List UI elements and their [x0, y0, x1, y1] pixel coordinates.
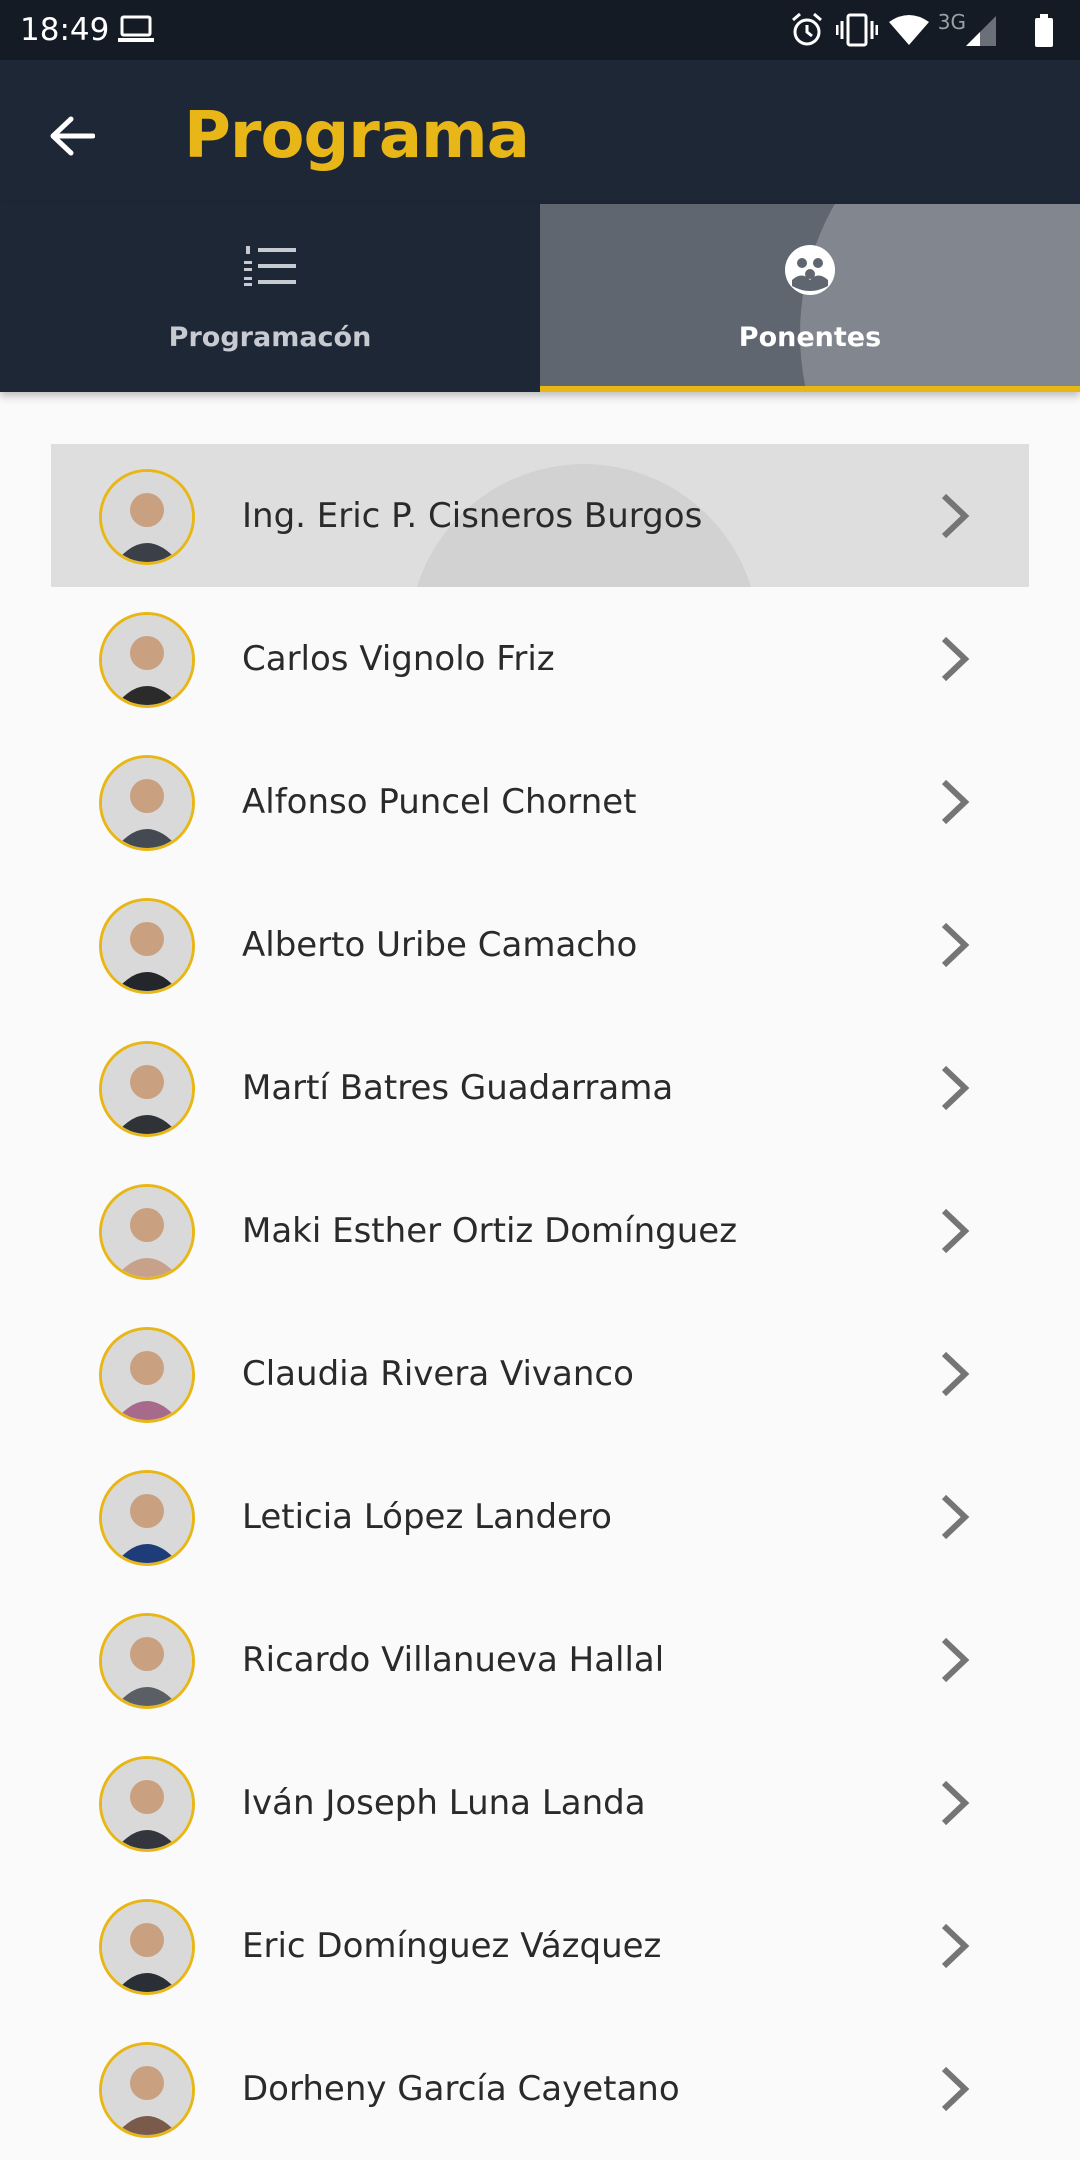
chevron-right-icon: [935, 2061, 975, 2117]
numbered-list-icon: [244, 244, 296, 293]
tab-label: Ponentes: [738, 322, 882, 353]
avatar: [99, 1756, 195, 1852]
alarm-icon: [790, 12, 824, 53]
tab-indicator: [540, 386, 1080, 392]
speaker-name: Maki Esther Ortiz Domínguez: [242, 1210, 738, 1251]
speaker-list: Ing. Eric P. Cisneros Burgos Carlos Vign…: [51, 444, 1029, 2160]
battery-icon: [1034, 14, 1054, 53]
speaker-name: Eric Domínguez Vázquez: [242, 1925, 662, 1966]
tab-ripple: [800, 204, 1080, 392]
speaker-name: Ing. Eric P. Cisneros Burgos: [242, 495, 703, 536]
tab-bar: Programacón Ponentes: [0, 204, 1080, 392]
list-item[interactable]: Alfonso Puncel Chornet: [51, 730, 1029, 873]
speaker-name: Dorheny García Cayetano: [242, 2068, 680, 2109]
network-type: 3G: [937, 10, 966, 34]
list-item[interactable]: Maki Esther Ortiz Domínguez: [51, 1159, 1029, 1302]
status-bar: 18:49 3G: [0, 0, 1080, 60]
avatar: [99, 612, 195, 708]
chevron-right-icon: [935, 917, 975, 973]
page-title: Programa: [184, 99, 530, 173]
avatar: [99, 2042, 195, 2138]
avatar: [99, 755, 195, 851]
avatar: [99, 1184, 195, 1280]
chevron-right-icon: [935, 1632, 975, 1688]
speaker-name: Ricardo Villanueva Hallal: [242, 1639, 665, 1680]
avatar: [99, 898, 195, 994]
tab-ponentes[interactable]: Ponentes: [540, 204, 1080, 392]
avatar: [99, 1613, 195, 1709]
avatar: [99, 1327, 195, 1423]
speaker-name: Iván Joseph Luna Landa: [242, 1782, 646, 1823]
chevron-right-icon: [935, 1489, 975, 1545]
tab-label: Programacón: [168, 322, 372, 353]
list-item[interactable]: Eric Domínguez Vázquez: [51, 1874, 1029, 2017]
status-time: 18:49: [20, 12, 110, 48]
list-item[interactable]: Ing. Eric P. Cisneros Burgos: [51, 444, 1029, 587]
chevron-right-icon: [935, 1775, 975, 1831]
arrow-left-icon: [49, 115, 96, 162]
list-item[interactable]: Dorheny García Cayetano: [51, 2017, 1029, 2160]
list-item[interactable]: Ricardo Villanueva Hallal: [51, 1588, 1029, 1731]
avatar: [99, 1041, 195, 1137]
chevron-right-icon: [935, 1203, 975, 1259]
list-item[interactable]: Carlos Vignolo Friz: [51, 587, 1029, 730]
vibrate-icon: [835, 13, 879, 52]
speaker-name: Claudia Rivera Vivanco: [242, 1353, 634, 1394]
avatar: [99, 469, 195, 565]
chevron-right-icon: [935, 1346, 975, 1402]
tab-programacion[interactable]: Programacón: [0, 204, 540, 392]
speaker-name: Martí Batres Guadarrama: [242, 1067, 674, 1108]
speaker-name: Leticia López Landero: [242, 1496, 612, 1537]
avatar: [99, 1899, 195, 1995]
speaker-name: Alfonso Puncel Chornet: [242, 781, 637, 822]
chevron-right-icon: [935, 774, 975, 830]
speaker-name: Carlos Vignolo Friz: [242, 638, 555, 679]
laptop-icon: [118, 14, 154, 49]
group-icon: [784, 244, 836, 301]
list-item[interactable]: Martí Batres Guadarrama: [51, 1016, 1029, 1159]
wifi-icon: [888, 14, 930, 51]
chevron-right-icon: [935, 1060, 975, 1116]
chevron-right-icon: [935, 1918, 975, 1974]
avatar: [99, 1470, 195, 1566]
chevron-right-icon: [935, 631, 975, 687]
list-item[interactable]: Iván Joseph Luna Landa: [51, 1731, 1029, 1874]
chevron-right-icon: [935, 488, 975, 544]
speaker-name: Alberto Uribe Camacho: [242, 924, 638, 965]
cell-signal-icon: [966, 16, 996, 51]
list-item[interactable]: Alberto Uribe Camacho: [51, 873, 1029, 1016]
list-item[interactable]: Claudia Rivera Vivanco: [51, 1302, 1029, 1445]
back-button[interactable]: [30, 96, 114, 180]
app-bar: Programa: [0, 60, 1080, 204]
list-item[interactable]: Leticia López Landero: [51, 1445, 1029, 1588]
